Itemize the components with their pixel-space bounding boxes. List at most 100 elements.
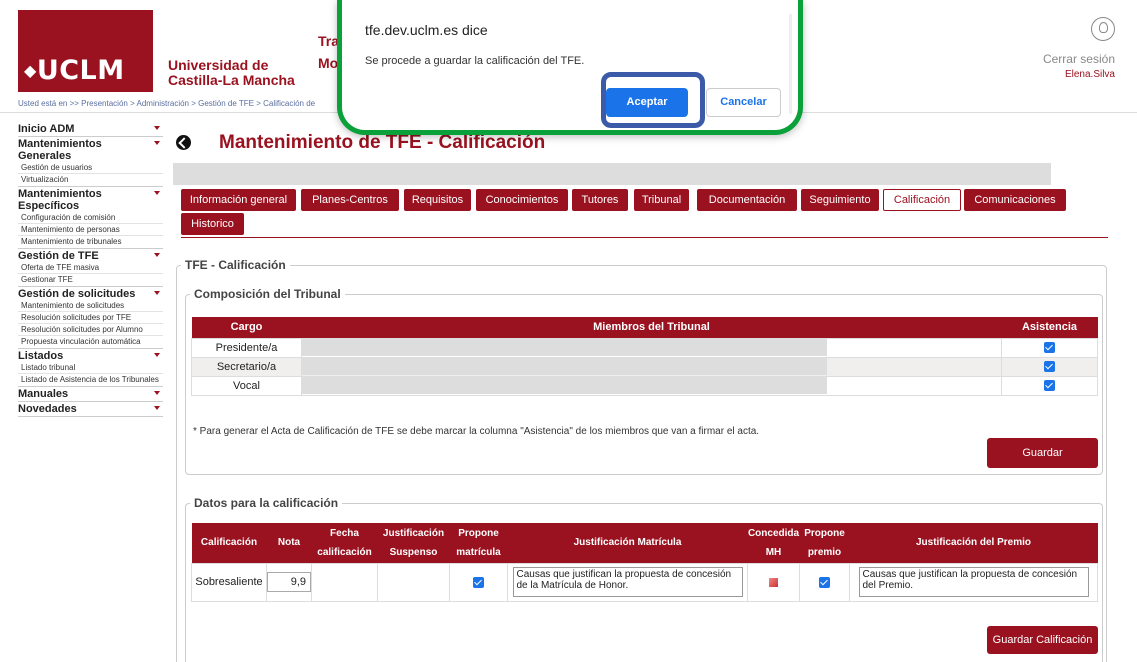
sidebar-group-title[interactable]: Novedades xyxy=(18,403,163,415)
propone-matricula-checkbox[interactable] xyxy=(473,576,484,588)
asistencia-checkbox[interactable] xyxy=(1044,342,1055,354)
save-calificacion-button[interactable]: Guardar Calificación xyxy=(987,626,1098,654)
sidebar-item[interactable]: Oferta de TFE masiva xyxy=(18,262,163,274)
header-just-premio: Justificación del Premio xyxy=(849,523,1098,563)
breadcrumb[interactable]: Usted está en >> Presentación > Administ… xyxy=(18,99,315,108)
tab-documentaci-n[interactable]: Documentación xyxy=(697,189,797,211)
page: ◆UCLM Universidad de Castilla-La Mancha … xyxy=(0,0,1137,662)
dialog-scrollbar[interactable] xyxy=(789,14,792,114)
cancel-button[interactable]: Cancelar xyxy=(706,88,781,117)
tab-calificaci-n[interactable]: Calificación xyxy=(883,189,961,211)
sidebar-item[interactable]: Resolución solicitudes por TFE xyxy=(18,312,163,324)
tab-planes-centros[interactable]: Planes-Centros xyxy=(301,189,399,211)
redacted-member-name xyxy=(302,358,827,375)
sidebar-group: Novedades xyxy=(18,402,163,417)
asistencia-checkbox[interactable] xyxy=(1044,361,1055,373)
dialog-title: tfe.dev.uclm.es dice xyxy=(365,22,488,38)
sidebar-group: Inicio ADM xyxy=(18,122,163,137)
sidebar-item[interactable]: Resolución solicitudes por Alumno xyxy=(18,324,163,336)
header-fecha-2: calificación xyxy=(311,543,378,563)
table-row: Secretario/a xyxy=(191,356,1098,377)
user-icon[interactable] xyxy=(1091,17,1115,41)
section-legend: TFE - Calificación xyxy=(185,258,286,272)
sidebar-group-title[interactable]: Manuales xyxy=(18,388,163,400)
header-fecha: Fecha xyxy=(311,523,378,543)
sidebar-item[interactable]: Listado de Asistencia de los Tribunales xyxy=(18,374,163,385)
sidebar-item[interactable]: Virtualización xyxy=(18,174,163,185)
chevron-down-icon[interactable] xyxy=(154,406,160,410)
tab-historico[interactable]: Historico xyxy=(181,213,244,235)
chevron-down-icon[interactable] xyxy=(154,291,160,295)
table-row: Sobresaliente 9,9 Causas que justifican … xyxy=(191,562,1098,602)
redacted-member-name xyxy=(302,339,827,356)
header-propone-mat-2: matrícula xyxy=(449,543,508,563)
sidebar-item[interactable]: Mantenimiento de personas xyxy=(18,224,163,236)
accept-button[interactable]: Aceptar xyxy=(606,88,688,117)
header-nota: Nota xyxy=(266,523,312,563)
miembro-cell xyxy=(301,375,1002,396)
sidebar-group-title[interactable]: Inicio ADM xyxy=(18,123,163,135)
tab-requisitos[interactable]: Requisitos xyxy=(404,189,471,211)
tab-tutores[interactable]: Tutores xyxy=(572,189,628,211)
confirm-dialog: tfe.dev.uclm.es dice Se procede a guarda… xyxy=(337,0,803,135)
logo-emblem-icon: ◆ xyxy=(24,61,37,80)
tab-informaci-n-general[interactable]: Información general xyxy=(181,189,296,211)
logout-link[interactable]: Cerrar sesión xyxy=(1043,52,1115,66)
datos-legend: Datos para la calificación xyxy=(194,496,339,510)
calificacion-cell: Sobresaliente xyxy=(191,562,267,602)
concedida-mh-indicator xyxy=(769,577,778,587)
app-title: Tra Mo xyxy=(318,33,340,71)
sidebar-item[interactable]: Configuración de comisión xyxy=(18,212,163,224)
chevron-down-icon[interactable] xyxy=(154,253,160,257)
tab-comunicaciones[interactable]: Comunicaciones xyxy=(964,189,1066,211)
sidebar-group: Gestión de solicitudes Mantenimiento de s… xyxy=(18,287,163,349)
sidebar-item[interactable]: Mantenimiento de solicitudes xyxy=(18,300,163,312)
sidebar-group: Listados Listado tribunal Listado de Asist… xyxy=(18,349,163,387)
sidebar-group-title[interactable]: Mantenimientos Específicos xyxy=(18,188,163,212)
sidebar-group: Mantenimientos Específicos Configuración … xyxy=(18,187,163,249)
chevron-down-icon[interactable] xyxy=(154,141,160,145)
sidebar-item[interactable]: Propuesta vinculación automática xyxy=(18,336,163,347)
sidebar-group-title[interactable]: Gestión de solicitudes xyxy=(18,288,163,300)
save-button[interactable]: Guardar xyxy=(987,438,1098,468)
just-suspenso-cell xyxy=(377,562,450,602)
sidebar-item[interactable]: Gestionar TFE xyxy=(18,274,163,285)
cargo-cell: Vocal xyxy=(191,375,302,396)
sidebar-group-title[interactable]: Mantenimientos Generales xyxy=(18,138,163,162)
uclm-logo[interactable]: ◆UCLM xyxy=(18,10,153,92)
dialog-message: Se procede a guardar la calificación del… xyxy=(365,55,585,67)
university-name: Universidad de Castilla-La Mancha xyxy=(168,57,295,88)
header-propone-premio-2: premio xyxy=(799,543,850,563)
tab-conocimientos[interactable]: Conocimientos xyxy=(476,189,568,211)
logo-text: UCLM xyxy=(36,55,125,86)
header-asistencia: Asistencia xyxy=(1001,317,1098,338)
sidebar-item[interactable]: Mantenimiento de tribunales xyxy=(18,236,163,247)
miembro-cell xyxy=(301,337,1002,358)
sidebar: Inicio ADM Mantenimientos Generales Gestió… xyxy=(18,122,163,417)
page-title: Mantenimiento de TFE - Calificación xyxy=(219,132,546,153)
sidebar-group-title[interactable]: Gestión de TFE xyxy=(18,250,163,262)
tab-divider xyxy=(181,237,1108,238)
sidebar-group-title[interactable]: Listados xyxy=(18,350,163,362)
sidebar-group: Gestión de TFE Oferta de TFE masiva Gestio… xyxy=(18,249,163,287)
sidebar-item[interactable]: Listado tribunal xyxy=(18,362,163,374)
asistencia-note: * Para generar el Acta de Calificación d… xyxy=(193,426,760,437)
chevron-down-icon[interactable] xyxy=(154,191,160,195)
header-propone-mat: Propone xyxy=(449,523,508,543)
tab-tribunal[interactable]: Tribunal xyxy=(634,189,689,211)
just-matricula-textarea[interactable]: Causas que justifican la propuesta de co… xyxy=(512,567,743,597)
fecha-cell xyxy=(311,562,378,602)
sidebar-item[interactable]: Gestión de usuarios xyxy=(18,162,163,174)
table-row: Presidente/a xyxy=(191,337,1098,358)
propone-premio-checkbox[interactable] xyxy=(819,576,830,588)
tribunal-table: Cargo Miembros del Tribunal Asistencia P… xyxy=(191,317,1098,396)
tab-seguimiento[interactable]: Seguimiento xyxy=(801,189,879,211)
asistencia-checkbox[interactable] xyxy=(1044,380,1055,392)
redacted-info-bar xyxy=(173,163,1051,185)
chevron-down-icon[interactable] xyxy=(154,126,160,130)
header-miembros: Miembros del Tribunal xyxy=(301,317,1002,338)
chevron-down-icon[interactable] xyxy=(154,391,160,395)
nota-input[interactable]: 9,9 xyxy=(267,572,311,592)
just-premio-textarea[interactable]: Causas que justifican la propuesta de co… xyxy=(858,567,1089,597)
chevron-down-icon[interactable] xyxy=(154,353,160,357)
